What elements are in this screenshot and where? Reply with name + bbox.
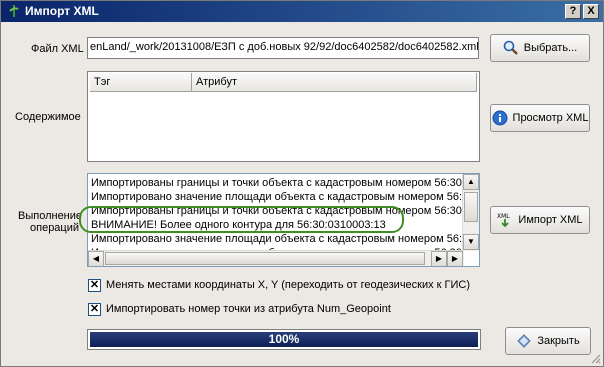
log-line: Импортированы границы и точки объекта с …	[91, 177, 465, 189]
scroll-left-arrow-icon[interactable]: ◀	[88, 251, 104, 266]
close-door-icon	[517, 334, 532, 348]
execution-label-line1: Выполнение	[18, 210, 83, 222]
import-point-number-label[interactable]: Импортировать номер точки из атрибута Nu…	[106, 303, 391, 315]
magnifier-icon	[503, 40, 518, 55]
scroll-down-arrow-icon[interactable]: ▼	[463, 234, 479, 250]
resize-grip-icon[interactable]	[589, 352, 601, 364]
file-xml-label: Файл XML	[31, 43, 84, 55]
title-bar[interactable]: Импорт XML ? X	[1, 1, 603, 22]
svg-text:XML: XML	[497, 213, 510, 220]
close-button[interactable]: Закрыть	[505, 327, 591, 355]
app-icon	[9, 5, 19, 17]
warning-highlight-outline	[79, 206, 404, 233]
browse-button-label: Выбрать...	[523, 42, 578, 54]
contents-label: Содержимое	[15, 111, 81, 123]
help-button[interactable]: ?	[565, 4, 581, 19]
file-path-input[interactable]: enLand/_work/20131008/ЕЗП с доб.новых 92…	[87, 37, 479, 59]
log-line: Импортировано значение площади объекта с…	[91, 233, 469, 245]
view-xml-button-label: Просмотр XML	[512, 112, 589, 124]
import-point-number-checkbox[interactable]: ✕	[88, 303, 101, 316]
swap-coordinates-checkbox[interactable]: ✕	[88, 279, 101, 292]
view-xml-button[interactable]: Просмотр XML	[490, 104, 590, 132]
log-line: Импортировано значение площади объекта с…	[91, 191, 469, 203]
table-header: Тэг Атрибут	[90, 73, 477, 92]
xml-import-icon: XML	[497, 213, 511, 228]
import-xml-dialog: Импорт XML ? X Файл XML enLand/_work/201…	[0, 0, 604, 367]
info-icon	[492, 110, 508, 126]
execution-label-line2: операций	[30, 222, 80, 234]
progress-fill: 100%	[90, 332, 478, 347]
close-button-label: Закрыть	[537, 335, 580, 347]
import-xml-button-label: Импорт XML	[518, 214, 583, 226]
contents-table[interactable]: Тэг Атрибут	[87, 71, 480, 162]
window-title: Импорт XML	[25, 4, 99, 18]
horizontal-scroll-thumb[interactable]	[105, 252, 425, 265]
import-xml-button[interactable]: XML Импорт XML	[490, 206, 590, 234]
close-window-button[interactable]: X	[583, 4, 599, 19]
vertical-scroll-thumb[interactable]	[464, 192, 478, 222]
browse-button[interactable]: Выбрать...	[490, 34, 590, 62]
scroll-up-arrow-icon[interactable]: ▲	[463, 174, 479, 190]
column-header-attribute[interactable]: Атрибут	[192, 73, 477, 92]
progress-bar: 100%	[87, 329, 481, 350]
horizontal-scrollbar[interactable]: ◀ ▶ ▶	[88, 250, 464, 266]
scroll-right-arrow-icon[interactable]: ▶	[431, 251, 447, 266]
scroll-right-end-arrow-icon[interactable]: ▶	[447, 251, 463, 266]
vertical-scrollbar[interactable]: ▲ ▼	[462, 174, 479, 251]
swap-coordinates-label[interactable]: Менять местами координаты X, Y (переходи…	[106, 279, 470, 291]
column-header-tag[interactable]: Тэг	[90, 73, 192, 92]
